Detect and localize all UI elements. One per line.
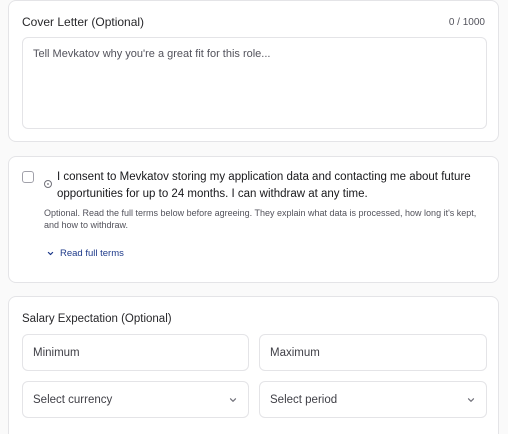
consent-checkbox[interactable] xyxy=(22,171,34,183)
read-full-terms-label: Read full terms xyxy=(60,248,124,259)
period-select-value: Select period xyxy=(270,393,338,406)
period-select[interactable]: Select period xyxy=(259,381,487,418)
cover-letter-placeholder: Tell Mevkatov why you're a great fit for… xyxy=(33,48,271,60)
consent-note: Optional. Read the full terms below befo… xyxy=(44,208,477,230)
salary-label: Salary Expectation (Optional) xyxy=(22,313,172,325)
consent-text: I consent to Mevkatov storing my applica… xyxy=(57,171,471,200)
chevron-down-icon xyxy=(47,251,54,256)
cover-letter-card: Cover Letter (Optional) 0 / 1000 Tell Me… xyxy=(8,0,499,142)
cover-letter-label: Cover Letter (Optional) xyxy=(22,15,145,29)
chevron-down-icon xyxy=(467,397,475,402)
info-circle-icon xyxy=(44,180,52,188)
salary-card: Salary Expectation (Optional) Minimum Ma… xyxy=(8,296,499,434)
read-full-terms-button[interactable]: Read full terms xyxy=(47,248,124,259)
salary-minimum-placeholder: Minimum xyxy=(33,346,80,359)
salary-minimum-input[interactable]: Minimum xyxy=(22,334,249,371)
salary-maximum-input[interactable]: Maximum xyxy=(259,334,487,371)
cover-letter-textarea[interactable]: Tell Mevkatov why you're a great fit for… xyxy=(22,37,487,129)
currency-select-value: Select currency xyxy=(33,393,113,406)
salary-maximum-placeholder: Maximum xyxy=(270,346,320,359)
currency-select[interactable]: Select currency xyxy=(22,381,249,418)
chevron-down-icon xyxy=(229,397,237,402)
character-counter: 0 / 1000 xyxy=(448,17,485,28)
consent-card: I consent to Mevkatov storing my applica… xyxy=(8,156,499,283)
